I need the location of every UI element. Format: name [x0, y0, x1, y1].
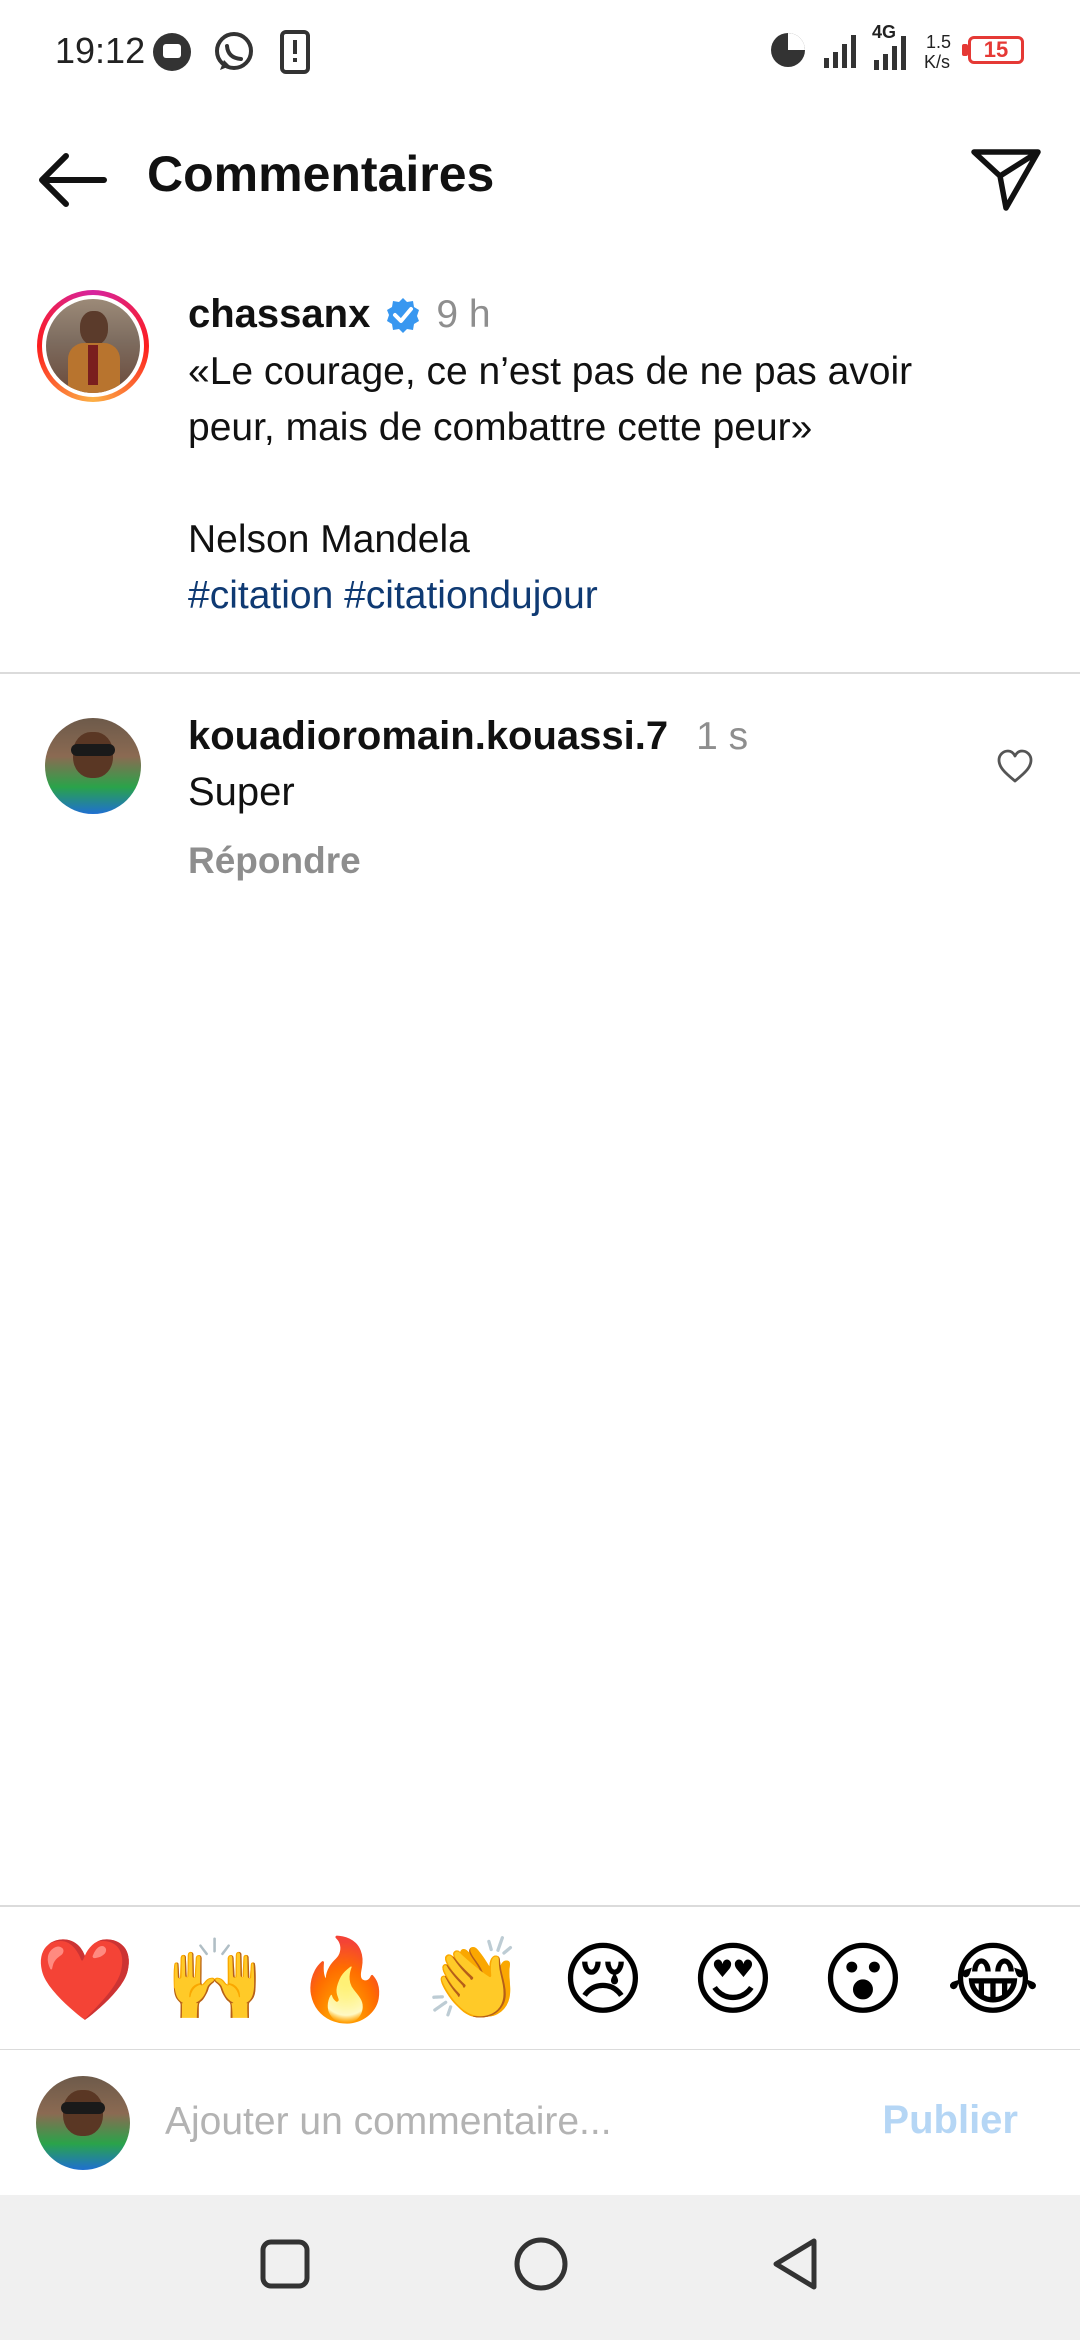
publish-button[interactable]: Publier: [882, 2098, 1018, 2143]
owner-username[interactable]: chassanx: [188, 292, 370, 337]
battery-level: 15: [983, 37, 1009, 62]
comment-input[interactable]: Ajouter un commentaire...: [165, 2100, 612, 2144]
status-time: 19:12: [55, 30, 146, 71]
reaction-heart[interactable]: ❤️: [30, 1935, 140, 2025]
net-speed-unit: K/s: [924, 52, 951, 72]
paper-plane-icon[interactable]: [970, 146, 1042, 212]
reply-button[interactable]: Répondre: [188, 840, 361, 882]
status-bar: 19:12 4G 1.5 K/s 15: [0, 0, 1080, 110]
signal-icon: [824, 35, 856, 68]
caption-line-2: peur, mais de combattre cette peur»: [188, 406, 813, 449]
reaction-fire[interactable]: 🔥: [290, 1935, 400, 2025]
caption-line-1: «Le courage, ce n’est pas de ne pas avoi…: [188, 350, 913, 393]
owner-avatar: [46, 299, 140, 393]
reaction-tears-of-joy[interactable]: 😂: [938, 1935, 1048, 2025]
reactions-bar: ❤️ 🙌 🔥 👏 😢 😍 😮 😂: [0, 1907, 1080, 2049]
caption-hashtags[interactable]: #citation #citationdujour: [188, 568, 1038, 624]
network-type-label: 4G: [872, 22, 897, 42]
post-time: 9 h: [436, 292, 491, 336]
comment-time: 1 s: [696, 715, 749, 758]
notification-icon: [153, 33, 191, 71]
back-icon[interactable]: [768, 2235, 822, 2293]
reaction-heart-eyes[interactable]: 😍: [678, 1935, 788, 2025]
like-heart-icon[interactable]: [996, 748, 1034, 784]
comment-item: kouadioromain.kouassi.7 1 s Super Répond…: [0, 700, 1080, 900]
phone-alert-icon: [280, 30, 310, 74]
verified-badge-icon: [387, 297, 420, 333]
reaction-raised-hands[interactable]: 🙌: [160, 1935, 270, 2025]
back-arrow-icon[interactable]: [36, 150, 108, 210]
commenter-username[interactable]: kouadioromain.kouassi.7: [188, 714, 668, 759]
reaction-crying[interactable]: 😢: [548, 1935, 658, 2025]
caption-body: «Le courage, ce n’est pas de ne pas avoi…: [188, 344, 1038, 624]
comment-text: Super: [188, 770, 295, 814]
home-icon[interactable]: [512, 2235, 570, 2293]
caption-author: Nelson Mandela: [188, 518, 470, 561]
battery-tip: [962, 44, 968, 56]
commenter-avatar[interactable]: [45, 718, 141, 814]
caption-header: chassanx 9 h: [188, 292, 491, 337]
page-title: Commentaires: [147, 146, 495, 202]
caption-divider: [0, 672, 1080, 674]
owner-avatar-ring[interactable]: [37, 290, 149, 402]
system-nav-bar: [0, 2195, 1080, 2340]
current-user-avatar: [36, 2076, 130, 2170]
reaction-surprised[interactable]: 😮: [808, 1935, 918, 2025]
post-caption: chassanx 9 h «Le courage, ce n’est pas d…: [0, 270, 1080, 670]
net-speed-value: 1.5: [926, 32, 952, 52]
reaction-clapping[interactable]: 👏: [420, 1935, 530, 2025]
comment-header: kouadioromain.kouassi.7 1 s: [188, 714, 748, 759]
data-usage-icon: [771, 33, 805, 67]
header: Commentaires: [0, 110, 1080, 250]
whatsapp-icon: [215, 32, 253, 70]
recent-apps-icon[interactable]: [258, 2237, 312, 2291]
battery-icon: 15: [968, 36, 1024, 64]
